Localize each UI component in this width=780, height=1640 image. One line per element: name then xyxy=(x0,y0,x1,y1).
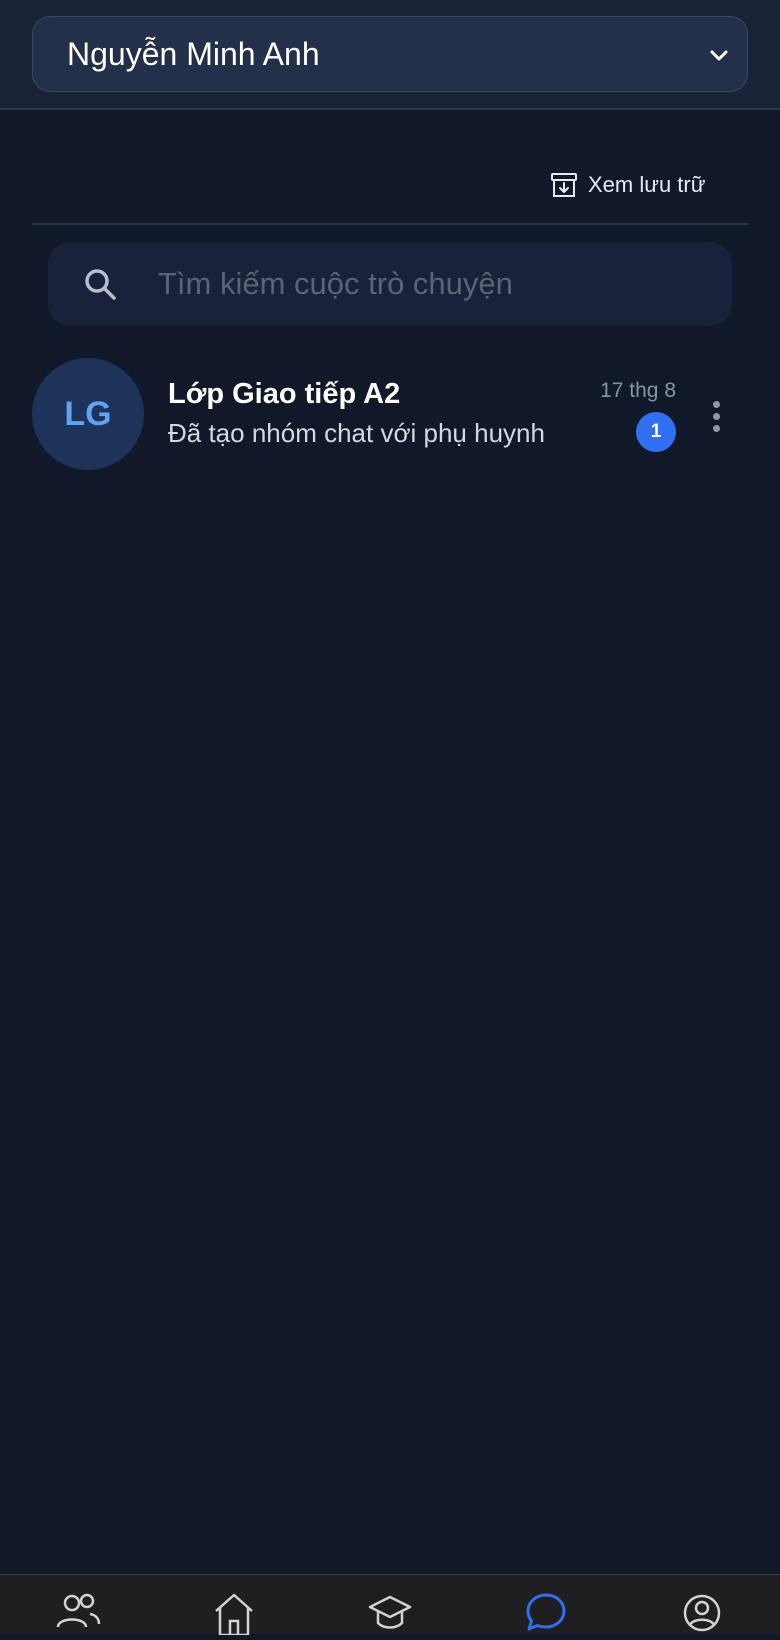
nav-item-chat[interactable] xyxy=(522,1589,570,1635)
avatar: LG xyxy=(32,358,144,470)
nav-item-users[interactable] xyxy=(54,1589,102,1635)
nav-item-courses[interactable] xyxy=(366,1589,414,1635)
divider xyxy=(32,223,748,225)
conversation-title: Lớp Giao tiếp A2 xyxy=(168,378,401,410)
unread-badge: 1 xyxy=(636,412,676,452)
users-icon xyxy=(56,1593,101,1628)
profile-icon xyxy=(683,1594,721,1632)
top-header: Nguyễn Minh Anh xyxy=(0,0,780,110)
view-archive-link[interactable]: Xem lưu trữ xyxy=(550,168,705,202)
view-archive-label: Xem lưu trữ xyxy=(588,172,706,197)
conversation-timestamp: 17 thg 8 xyxy=(600,379,676,402)
bottom-nav xyxy=(0,1574,780,1637)
nav-item-home[interactable] xyxy=(210,1589,258,1637)
chevron-down-icon xyxy=(710,50,728,61)
conversation-preview: Đã tạo nhóm chat với phụ huynh xyxy=(168,418,545,448)
home-icon xyxy=(215,1593,253,1637)
account-select-value: Nguyễn Minh Anh xyxy=(67,35,320,72)
more-options-button[interactable] xyxy=(700,396,732,436)
search-icon xyxy=(85,269,116,300)
conversation-item[interactable]: LG Lớp Giao tiếp A2 Đã tạo nhóm chat với… xyxy=(0,352,780,476)
search-bar[interactable] xyxy=(48,242,732,326)
search-input[interactable] xyxy=(156,256,716,312)
more-vertical-icon xyxy=(712,400,720,408)
chat-icon xyxy=(526,1593,566,1631)
nav-item-profile[interactable] xyxy=(678,1589,726,1635)
archive-icon xyxy=(551,173,577,197)
account-select[interactable]: Nguyễn Minh Anh xyxy=(32,16,748,92)
graduation-cap-icon xyxy=(368,1595,412,1629)
